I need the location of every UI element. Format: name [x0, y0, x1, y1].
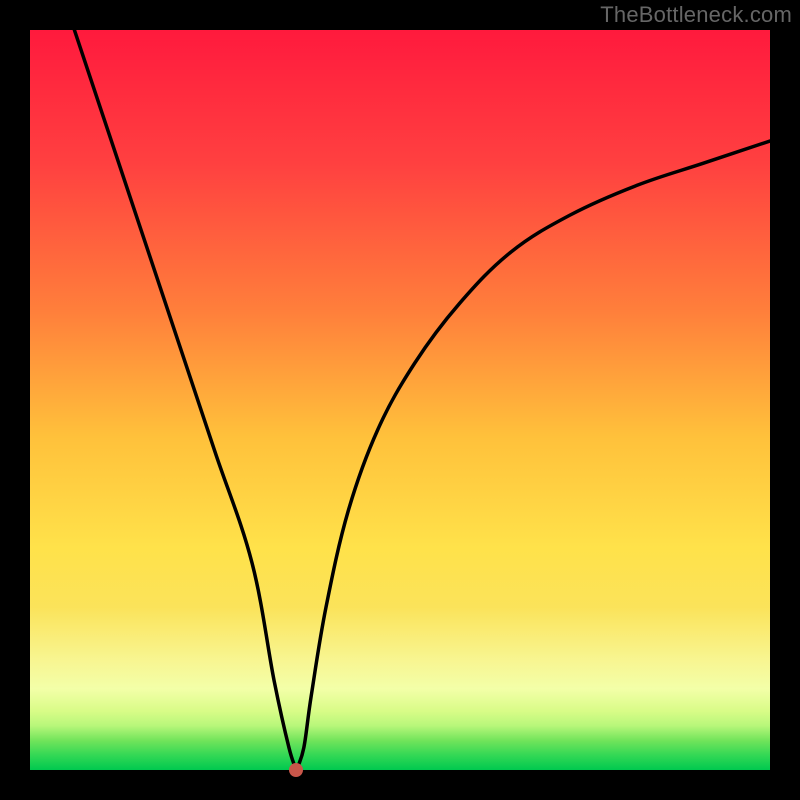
- plot-area: [30, 30, 770, 770]
- curve-svg: [30, 30, 770, 770]
- curve-right-branch: [296, 141, 770, 770]
- chart-frame: TheBottleneck.com: [0, 0, 800, 800]
- curve-left-branch: [74, 30, 296, 770]
- watermark-text: TheBottleneck.com: [600, 2, 792, 28]
- minimum-marker: [289, 763, 303, 777]
